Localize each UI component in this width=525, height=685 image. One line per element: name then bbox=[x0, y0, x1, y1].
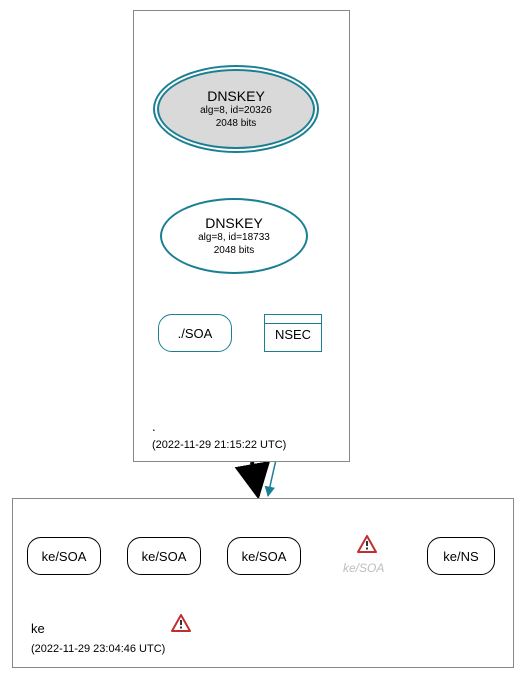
ke-ns: ke/NS bbox=[427, 537, 495, 575]
dnskey-ksk: DNSKEY alg=8, id=20326 2048 bits bbox=[157, 69, 315, 149]
ke-soa-3: ke/SOA bbox=[227, 537, 301, 575]
warning-icon bbox=[357, 535, 377, 553]
root-zone-ts: (2022-11-29 21:15:22 UTC) bbox=[152, 439, 286, 451]
zone-ke: ke/SOA ke/SOA ke/SOA ke/SOA ke/NS ke (20… bbox=[12, 498, 514, 668]
ke-zone-ts: (2022-11-29 23:04:46 UTC) bbox=[31, 643, 165, 655]
ke-soa-2: ke/SOA bbox=[127, 537, 201, 575]
dnskey-zsk-alg: alg=8, id=18733 bbox=[198, 232, 270, 245]
ke-soa-1: ke/SOA bbox=[27, 537, 101, 575]
dnskey-ksk-title: DNSKEY bbox=[207, 88, 265, 106]
root-soa-label: ./SOA bbox=[178, 326, 213, 341]
root-zone-name: . bbox=[152, 419, 156, 434]
dnskey-ksk-bits: 2048 bits bbox=[216, 118, 257, 131]
dnskey-zsk-title: DNSKEY bbox=[205, 215, 263, 233]
warning-icon bbox=[171, 614, 191, 632]
root-nsec: NSEC bbox=[264, 314, 322, 352]
zone-root: DNSKEY alg=8, id=20326 2048 bits DNSKEY … bbox=[133, 10, 350, 462]
dnskey-zsk: DNSKEY alg=8, id=18733 2048 bits bbox=[160, 198, 308, 274]
root-nsec-label: NSEC bbox=[265, 327, 321, 342]
dnskey-ksk-alg: alg=8, id=20326 bbox=[200, 105, 272, 118]
root-soa: ./SOA bbox=[158, 314, 232, 352]
dnskey-zsk-bits: 2048 bits bbox=[214, 245, 255, 258]
ke-soa-4-ghost: ke/SOA bbox=[343, 561, 384, 575]
ke-zone-name: ke bbox=[31, 621, 45, 636]
